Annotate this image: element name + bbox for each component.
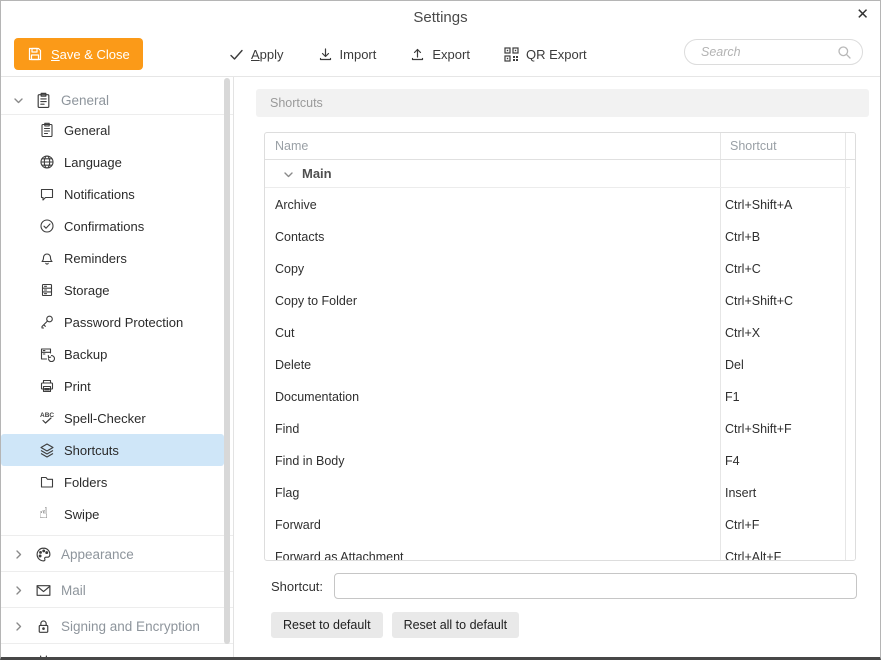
table-row[interactable]: ForwardCtrl+F: [265, 509, 850, 541]
reset-to-default-button[interactable]: Reset to default: [271, 612, 383, 638]
speech-bubble-icon: [39, 186, 57, 202]
qr-export-button[interactable]: QR Export: [504, 47, 587, 62]
sidebar: General General Language Notifications: [1, 77, 233, 657]
table-row[interactable]: Copy to FolderCtrl+Shift+C: [265, 285, 850, 317]
table-rows: ArchiveCtrl+Shift+A ContactsCtrl+B CopyC…: [265, 189, 850, 561]
folder-icon: [39, 474, 57, 490]
sidebar-item-backup[interactable]: Backup: [1, 338, 224, 370]
envelope-icon: [35, 582, 53, 599]
shortcuts-table: Name Shortcut Main ArchiveCtrl+Shift+A C…: [264, 132, 856, 561]
table-row[interactable]: ContactsCtrl+B: [265, 221, 850, 253]
printer-icon: [39, 378, 57, 394]
table-row[interactable]: ArchiveCtrl+Shift+A: [265, 189, 850, 221]
sidebar-group-signing-encryption[interactable]: Signing and Encryption: [1, 607, 233, 644]
check-circle-icon: [39, 218, 57, 234]
search-input[interactable]: [699, 44, 837, 60]
shortcut-field-label: Shortcut:: [271, 579, 323, 594]
sidebar-item-swipe[interactable]: ☝ Swipe: [1, 498, 224, 530]
page-title: Settings: [1, 9, 880, 26]
sidebar-item-storage[interactable]: Storage: [1, 274, 224, 306]
import-button[interactable]: Import: [318, 47, 377, 62]
checkmark-icon: [229, 47, 244, 62]
palette-icon: [35, 546, 53, 563]
sidebar-item-password-protection[interactable]: Password Protection: [1, 306, 224, 338]
sidebar-item-notifications[interactable]: Notifications: [1, 178, 224, 210]
bell-icon: [39, 250, 57, 266]
sidebar-item-print[interactable]: Print: [1, 370, 224, 402]
table-header-row: Name Shortcut: [265, 133, 855, 160]
table-row[interactable]: DocumentationF1: [265, 381, 850, 413]
sidebar-item-confirmations[interactable]: Confirmations: [1, 210, 224, 242]
save-icon: [27, 46, 43, 62]
search-box[interactable]: [684, 39, 863, 65]
qr-code-icon: [504, 47, 519, 62]
calendar-icon: [35, 654, 53, 658]
table-row[interactable]: FindCtrl+Shift+F: [265, 413, 850, 445]
table-row[interactable]: CutCtrl+X: [265, 317, 850, 349]
save-close-button[interactable]: Save & Close: [14, 38, 143, 70]
sidebar-item-shortcuts[interactable]: Shortcuts: [1, 434, 224, 466]
svg-text:ABC: ABC: [40, 412, 54, 419]
export-label: Export: [432, 47, 470, 62]
table-row[interactable]: Forward as AttachmentCtrl+Alt+F: [265, 541, 850, 561]
table-row[interactable]: FlagInsert: [265, 477, 850, 509]
apply-label: Apply: [251, 47, 284, 62]
sidebar-item-general[interactable]: General: [1, 114, 224, 146]
spellcheck-icon: ABC: [39, 410, 57, 426]
sidebar-group-label: General: [61, 93, 109, 108]
chevron-down-icon[interactable]: [283, 169, 294, 180]
sidebar-scrollbar-thumb[interactable]: [224, 78, 230, 644]
table-row[interactable]: Find in BodyF4: [265, 445, 850, 477]
import-label: Import: [340, 47, 377, 62]
sidebar-group-appearance[interactable]: Appearance: [1, 535, 233, 572]
chevron-right-icon[interactable]: [13, 549, 27, 560]
toolbar: Apply Import Export QR Export: [229, 38, 587, 70]
swipe-hand-icon: ☝: [39, 506, 57, 522]
sidebar-divider: [233, 77, 234, 657]
sidebar-item-language[interactable]: Language: [1, 146, 224, 178]
reset-buttons: Reset to default Reset all to default: [271, 612, 519, 638]
download-arrow-icon: [318, 47, 333, 62]
reset-all-to-default-button[interactable]: Reset all to default: [392, 612, 520, 638]
upload-arrow-icon: [410, 47, 425, 62]
export-button[interactable]: Export: [410, 47, 470, 62]
table-group-row-main[interactable]: Main: [265, 161, 850, 188]
settings-window: Settings ✕ Save & Close Apply Import Exp…: [0, 0, 881, 660]
apply-button[interactable]: Apply: [229, 47, 284, 62]
search-icon: [837, 45, 852, 60]
lock-icon: [35, 618, 53, 635]
sidebar-item-folders[interactable]: Folders: [1, 466, 224, 498]
clipboard-icon: [39, 122, 57, 138]
chevron-right-icon[interactable]: [13, 621, 27, 632]
sidebar-group-general[interactable]: General: [1, 87, 233, 113]
group-label: Main: [302, 166, 332, 181]
globe-icon: [39, 154, 57, 170]
clipboard-icon: [35, 92, 53, 109]
chevron-down-icon[interactable]: [13, 95, 27, 106]
sidebar-group-calendar[interactable]: Calendar: [1, 643, 233, 657]
storage-icon: [39, 282, 57, 298]
backup-icon: [39, 346, 57, 362]
column-header-shortcut[interactable]: Shortcut: [730, 139, 777, 153]
sidebar-item-reminders[interactable]: Reminders: [1, 242, 224, 274]
section-title: Shortcuts: [270, 96, 323, 110]
table-row[interactable]: CopyCtrl+C: [265, 253, 850, 285]
column-header-name[interactable]: Name: [275, 139, 308, 153]
close-icon[interactable]: ✕: [856, 6, 869, 24]
chevron-right-icon[interactable]: [13, 585, 27, 596]
key-icon: [39, 314, 57, 330]
shortcuts-icon: [39, 442, 57, 458]
save-close-label: Save & Close: [51, 47, 130, 62]
table-row[interactable]: DeleteDel: [265, 349, 850, 381]
sidebar-group-mail[interactable]: Mail: [1, 571, 233, 608]
section-header: Shortcuts: [256, 89, 869, 117]
sidebar-item-spell-checker[interactable]: ABC Spell-Checker: [1, 402, 224, 434]
shortcut-input[interactable]: [334, 573, 857, 599]
chevron-right-icon[interactable]: [13, 657, 27, 658]
qr-export-label: QR Export: [526, 47, 587, 62]
